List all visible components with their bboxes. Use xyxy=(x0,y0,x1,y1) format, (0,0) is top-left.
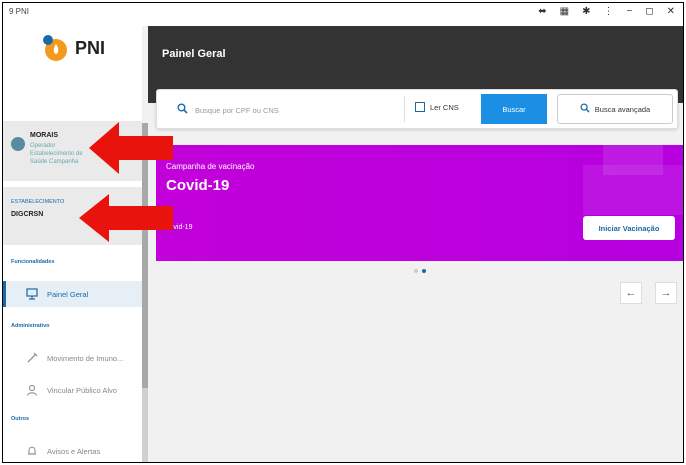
section-label-outros: Outros xyxy=(11,416,30,422)
sidebar-item-avisos-alertas[interactable]: Avisos e Alertas xyxy=(3,438,142,462)
section-label-funcionalidades: Funcionalidades xyxy=(11,259,55,265)
extensions-icon[interactable]: ▦ xyxy=(560,6,569,17)
close-button[interactable]: ✕ xyxy=(667,6,675,17)
carousel-prev-button[interactable]: ← xyxy=(620,282,642,304)
divider xyxy=(404,96,405,122)
window-controls: ⬌ ▦ ✱ ⋮ − ◻ ✕ xyxy=(538,6,675,17)
campaign-card: Campanha de vacinação Covid-19 covid-19 … xyxy=(156,145,683,261)
arrow-right-icon: → xyxy=(660,287,672,299)
campaign-title: Covid-19 xyxy=(166,177,230,194)
carousel-next-button[interactable]: → xyxy=(655,282,677,304)
busca-avancada-button[interactable]: Busca avançada xyxy=(557,94,673,124)
carousel-dot-active[interactable] xyxy=(422,269,426,273)
carousel-dot[interactable] xyxy=(414,269,418,273)
dashboard-icon xyxy=(25,287,39,301)
decorative-shape xyxy=(603,145,663,175)
establishment-label: ESTABELECIMENTO xyxy=(11,199,65,205)
window-title: 9 PNI xyxy=(9,7,30,16)
ler-cns-button[interactable]: Ler CNS xyxy=(415,102,459,112)
campaign-subtitle: Campanha de vacinação xyxy=(166,162,255,171)
sidebar-item-movimento-imuno[interactable]: Movimento de Imuno... xyxy=(3,345,142,371)
logo[interactable]: PNI xyxy=(41,34,105,62)
app-window: 9 PNI ⬌ ▦ ✱ ⋮ − ◻ ✕ PNI MORAIS Operador … xyxy=(2,2,684,463)
syringe-icon xyxy=(25,351,39,365)
sidebar: PNI MORAIS Operador Estabelecimento de S… xyxy=(3,26,145,462)
logo-text: PNI xyxy=(75,37,106,58)
search-icon xyxy=(177,103,188,117)
minimize-button[interactable]: − xyxy=(626,6,632,17)
user-name: MORAIS xyxy=(30,132,58,139)
section-label-administrativo: Administrativo xyxy=(11,323,50,329)
bell-icon xyxy=(25,444,39,458)
pin-icon[interactable]: ✱ xyxy=(582,6,590,17)
qr-code-icon xyxy=(415,102,425,112)
search-icon xyxy=(580,103,590,115)
annotation-arrow-icon xyxy=(79,194,173,242)
busca-avancada-label: Busca avançada xyxy=(594,104,651,114)
maximize-button[interactable]: ◻ xyxy=(645,6,653,17)
iniciar-vacinacao-button[interactable]: Iniciar Vacinação xyxy=(583,216,675,240)
carousel-indicator xyxy=(414,269,426,273)
sidebar-item-label: Painel Geral xyxy=(47,289,89,299)
sidebar-item-label: Vincular Público Alvo xyxy=(47,385,117,395)
buscar-button[interactable]: Buscar xyxy=(481,94,547,124)
sidebar-item-label: Avisos e Alertas xyxy=(47,446,101,456)
pni-logo-icon xyxy=(41,34,69,62)
arrow-left-icon: ← xyxy=(625,287,637,299)
annotation-arrow-icon xyxy=(89,122,173,174)
establishment-value: DIGCRSN xyxy=(11,211,44,218)
sidebar-item-vincular-publico[interactable]: Vincular Público Alvo xyxy=(3,377,142,403)
avatar xyxy=(11,137,25,151)
page-title: Painel Geral xyxy=(162,48,226,60)
person-icon xyxy=(25,383,39,397)
search-input[interactable] xyxy=(193,100,397,120)
more-menu-icon[interactable]: ⋮ xyxy=(603,6,613,17)
cast-icon[interactable]: ⬌ xyxy=(538,6,546,17)
sidebar-item-label: Movimento de Imuno... xyxy=(47,353,124,363)
sidebar-item-painel-geral[interactable]: Painel Geral xyxy=(3,281,145,307)
search-bar: Ler CNS Buscar Busca avançada xyxy=(156,89,678,129)
title-bar: 9 PNI ⬌ ▦ ✱ ⋮ − ◻ ✕ xyxy=(3,3,683,26)
ler-cns-label: Ler CNS xyxy=(430,102,459,112)
